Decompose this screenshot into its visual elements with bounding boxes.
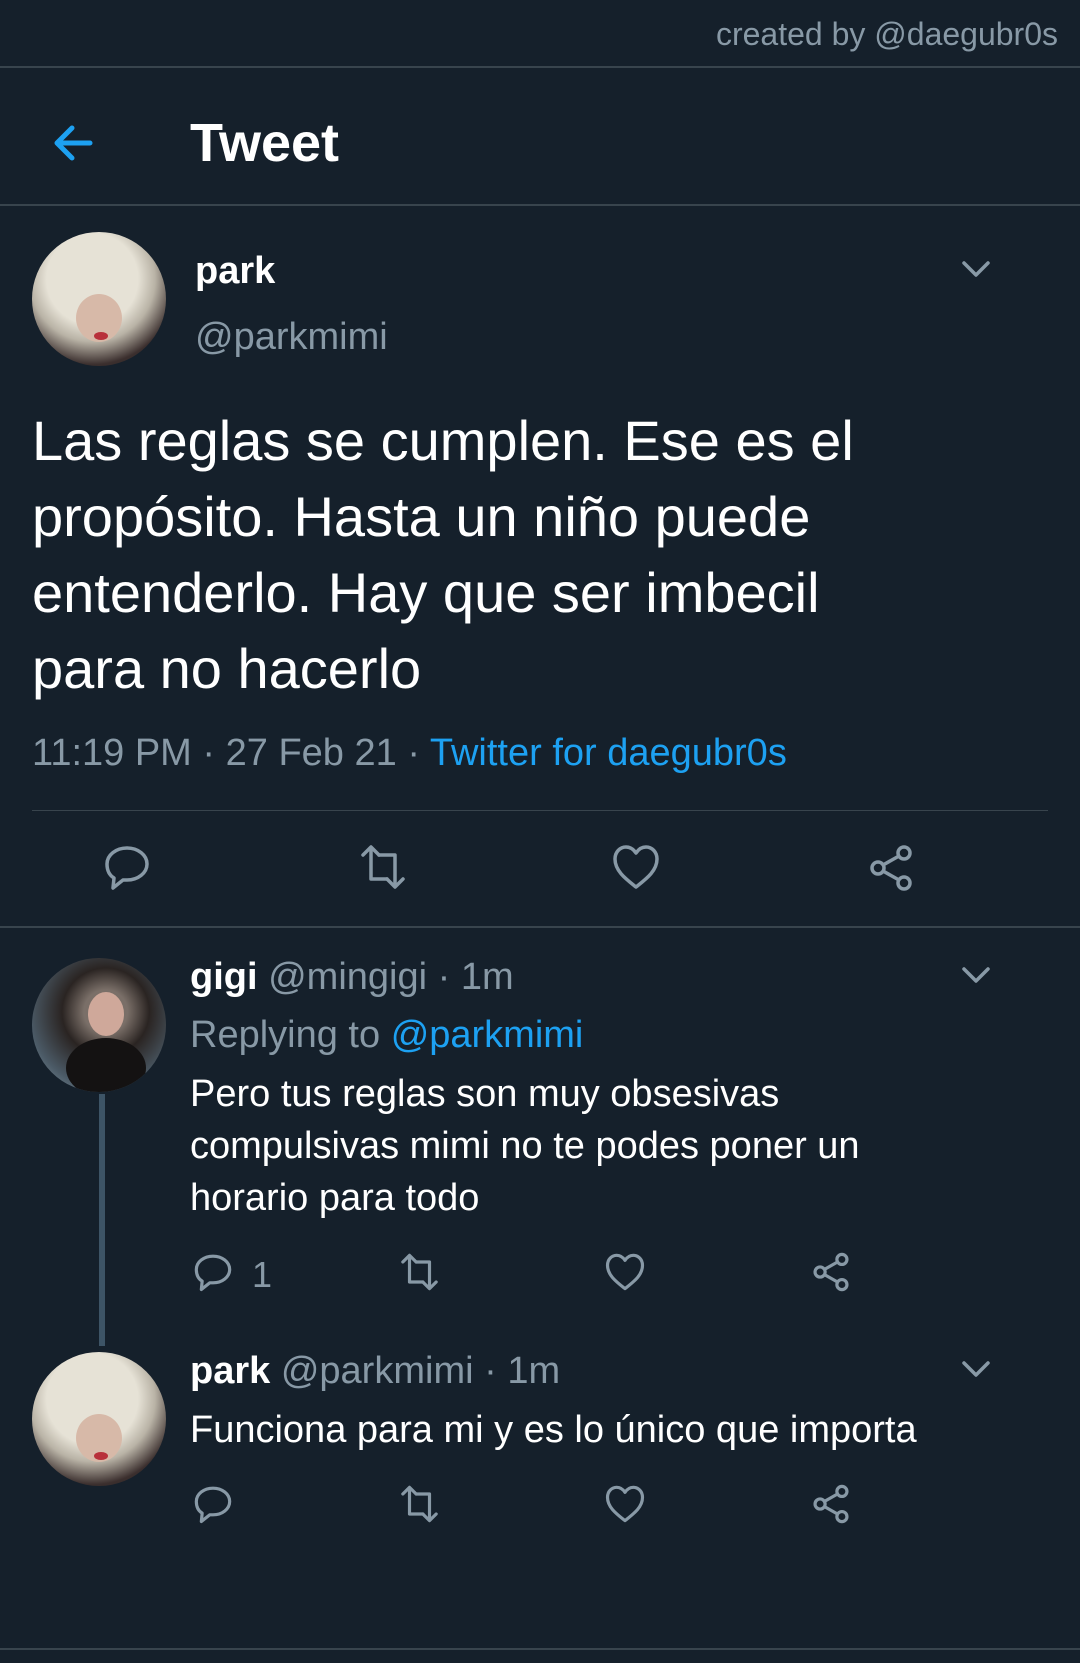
share-icon [813,1252,849,1292]
reply-header: park @parkmimi · 1m [190,1350,560,1393]
reply-age[interactable]: 1m [461,956,514,998]
credit-label: created by @daegubr0s [715,16,1058,52]
heart-icon [613,845,659,889]
actions-divider [32,810,1048,811]
author-handle[interactable]: @parkmimi [281,1350,474,1392]
share-icon [870,845,912,891]
meta-separator: · [407,732,420,774]
reply-text-line: horario para todo [190,1177,480,1219]
tweet-text: Las reglas se cumplen. Ese es el propósi… [32,403,854,707]
back-button[interactable] [46,115,102,171]
header-divider [0,204,1080,206]
like-button[interactable] [604,1484,646,1524]
replying-to-label: Replying to [190,1014,381,1056]
avatar[interactable] [32,958,166,1092]
tweet-date[interactable]: 27 Feb 21 [226,732,397,774]
author-name[interactable]: park [195,250,275,293]
tweet-client-link[interactable]: Twitter for daegubr0s [430,732,787,774]
thread-line [99,1094,105,1346]
tweet-text-line: entenderlo. Hay que ser imbecil [32,561,820,624]
like-button[interactable] [611,843,661,891]
replying-to-handle[interactable]: @parkmimi [391,1014,584,1056]
bottom-divider [0,1648,1080,1650]
share-button[interactable] [866,843,916,893]
heart-icon [605,1485,645,1523]
reply-button[interactable] [193,1484,233,1524]
chevron-down-icon[interactable] [959,1352,993,1386]
tweet-meta: 11:19 PM · 27 Feb 21 · Twitter for daegu… [32,732,787,775]
reply-icon [105,846,149,890]
reply-text-line: Funciona para mi y es lo único que impor… [190,1409,917,1451]
reply-icon [194,1254,232,1292]
author-handle[interactable]: @parkmimi [195,316,388,359]
author-name[interactable]: gigi [190,956,258,998]
meta-separator: · [437,956,451,998]
retweet-icon [401,1253,438,1291]
reply-text: Pero tus reglas son muy obsesivas compul… [190,1068,860,1224]
chevron-down-icon[interactable] [959,958,993,992]
author-name[interactable]: park [190,1350,270,1392]
meta-separator: · [202,732,216,774]
meta-separator: · [484,1350,497,1392]
share-button[interactable] [810,1251,852,1293]
replying-to: Replying to @parkmimi [190,1014,583,1057]
share-button[interactable] [810,1483,852,1525]
reply-text-line: compulsivas mimi no te podes poner un [190,1125,860,1167]
avatar[interactable] [32,232,166,366]
reply-button[interactable] [103,843,151,891]
tweet-text-line: para no hacerlo [32,637,422,700]
retweet-icon [361,845,405,889]
avatar[interactable] [32,1352,166,1486]
tweet-text-line: propósito. Hasta un niño puede [32,485,811,548]
reply-button[interactable] [193,1252,233,1292]
reply-text: Funciona para mi y es lo único que impor… [190,1404,917,1456]
heart-icon [605,1253,645,1291]
author-handle[interactable]: @mingigi [268,956,427,998]
back-arrow-icon [54,125,93,161]
retweet-icon [401,1485,438,1523]
tweet-time[interactable]: 11:19 PM [32,732,192,774]
retweet-button[interactable] [396,1252,443,1292]
reply-icon [194,1486,232,1524]
retweet-button[interactable] [355,843,411,891]
retweet-button[interactable] [396,1484,443,1524]
tweet-text-line: Las reglas se cumplen. Ese es el [32,409,854,472]
page-title: Tweet [190,113,340,173]
reply-count: 1 [252,1254,273,1295]
share-icon [813,1484,849,1524]
section-divider [0,926,1080,928]
chevron-down-icon[interactable] [959,252,993,286]
top-divider [0,66,1080,68]
reply-age[interactable]: 1m [507,1350,560,1392]
reply-text-line: Pero tus reglas son muy obsesivas [190,1073,780,1115]
reply-header: gigi @mingigi · 1m [190,956,514,999]
like-button[interactable] [604,1252,646,1292]
